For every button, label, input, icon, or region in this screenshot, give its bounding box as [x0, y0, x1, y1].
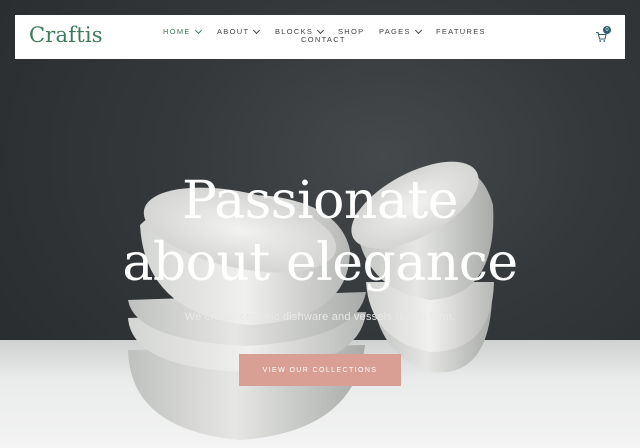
site-header: Craftis HOME ABOUT BLOCKS SHOP PAGES FEA… [15, 15, 625, 59]
cart-button[interactable]: 0 [595, 26, 613, 44]
nav-item-label: FEATURES [436, 27, 486, 36]
view-collections-button[interactable]: VIEW OUR COLLECTIONS [239, 354, 401, 386]
nav-item-about[interactable]: ABOUT [217, 26, 261, 36]
chevron-down-icon [414, 26, 422, 34]
hero-subtitle: We create ceramic dishware and vessels r… [184, 311, 456, 323]
nav-item-label: HOME [163, 27, 191, 36]
hero-headline-line1: Passionate [181, 171, 459, 231]
cart-count-badge: 0 [603, 26, 611, 34]
main-nav: HOME ABOUT BLOCKS SHOP PAGES FEATURES CO… [15, 26, 625, 57]
nav-item-label: CONTACT [301, 35, 346, 44]
nav-item-label: PAGES [379, 27, 411, 36]
hero-headline: Passionate about elegance [0, 170, 640, 294]
nav-item-home[interactable]: HOME [163, 26, 202, 36]
chevron-down-icon [253, 26, 261, 34]
chevron-down-icon [317, 26, 325, 34]
hero-headline-line2: about elegance [122, 233, 518, 293]
nav-item-label: ABOUT [217, 27, 250, 36]
nav-item-pages[interactable]: PAGES [379, 26, 422, 36]
nav-item-features[interactable]: FEATURES [436, 27, 486, 36]
nav-item-contact[interactable]: CONTACT [301, 35, 346, 44]
chevron-down-icon [194, 26, 202, 34]
